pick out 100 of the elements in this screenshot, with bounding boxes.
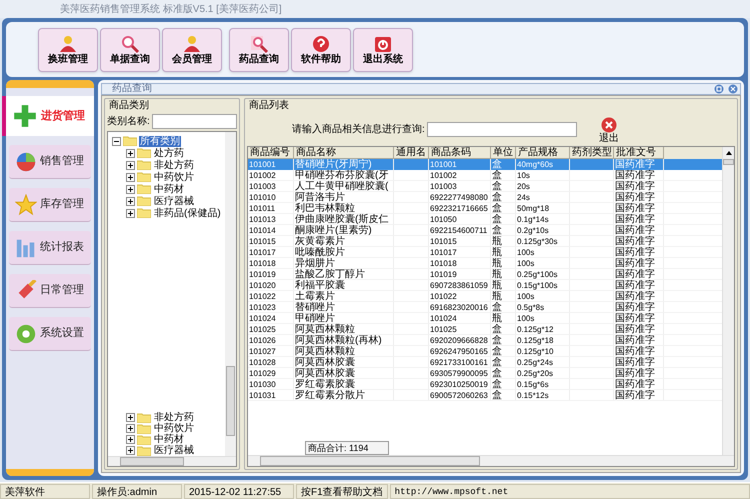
table-cell: 盒 bbox=[492, 181, 502, 191]
table-cell: 100s bbox=[517, 248, 534, 257]
expand-icon[interactable] bbox=[126, 160, 135, 170]
expand-icon[interactable] bbox=[126, 413, 135, 422]
tree-item[interactable]: 非药品(保健品) bbox=[153, 208, 222, 218]
table-cell: 0.2g*10s bbox=[517, 226, 549, 235]
vertical-scrollbar[interactable] bbox=[225, 132, 236, 456]
table-cell: 瓶 bbox=[492, 258, 502, 268]
tree-item[interactable]: 所有类别 bbox=[139, 136, 181, 146]
table-cell: 吡嗪酰胺片 bbox=[295, 247, 345, 257]
expand-icon[interactable] bbox=[126, 435, 135, 444]
table-cell: 101017 bbox=[430, 248, 457, 257]
tree-item[interactable]: 医疗器械 bbox=[153, 445, 195, 456]
expand-icon[interactable] bbox=[126, 184, 135, 194]
table-cell: 6930579900095 bbox=[430, 369, 488, 378]
tree-item[interactable]: 中药材 bbox=[153, 434, 185, 445]
table-cell: 101014 bbox=[249, 226, 276, 235]
table-cell: 100s bbox=[517, 292, 534, 301]
tree-item[interactable]: 中药饮片 bbox=[153, 172, 195, 182]
table-cell: 阿昔洛韦片 bbox=[295, 192, 345, 202]
expand-icon[interactable] bbox=[126, 208, 135, 218]
toolbar-button[interactable]: 单据查询 bbox=[100, 28, 160, 72]
sidebar-item[interactable]: 统计报表 bbox=[9, 231, 91, 265]
table-cell: 100s bbox=[517, 259, 534, 268]
table-cell: 0.25g*24s bbox=[517, 358, 554, 367]
folder-icon bbox=[137, 160, 151, 170]
table-cell: 0.5g*8s bbox=[517, 303, 544, 312]
table-cell: 6922277498080 bbox=[430, 193, 488, 202]
person-icon bbox=[57, 34, 79, 54]
magnifier-icon bbox=[119, 34, 141, 54]
toolbar-button[interactable]: 药品查询 bbox=[229, 28, 289, 72]
table-cell: 阿莫西林颗粒 bbox=[295, 346, 355, 356]
panel-title: 药品查询 bbox=[112, 84, 153, 94]
star-icon bbox=[15, 194, 37, 216]
table-cell: 101031 bbox=[249, 391, 276, 400]
toolbar-button[interactable]: 会员管理 bbox=[162, 28, 222, 72]
vertical-scrollbar[interactable] bbox=[722, 147, 734, 455]
folder-icon bbox=[137, 172, 151, 182]
table-cell: 0.25g*100s bbox=[517, 270, 558, 279]
person-icon bbox=[181, 34, 203, 54]
search-field[interactable] bbox=[426, 122, 577, 136]
table-cell: 101019 bbox=[430, 270, 457, 279]
table-cell: 利巴韦林颗粒 bbox=[295, 203, 355, 213]
restore-icon[interactable] bbox=[714, 84, 724, 94]
total-count: 商品合计: 1194 bbox=[305, 441, 389, 455]
group-title: 商品类别 bbox=[108, 100, 150, 112]
table-cell: 盒 bbox=[492, 368, 502, 378]
tree-item[interactable]: 中药材 bbox=[153, 184, 185, 194]
sidebar-item[interactable]: 日常管理 bbox=[9, 274, 91, 308]
table-cell: 0.15g*100s bbox=[517, 281, 558, 290]
table-cell: 101010 bbox=[249, 193, 276, 202]
table-cell: 盒 bbox=[492, 192, 502, 202]
table-cell: 替硝唑片 bbox=[295, 302, 335, 312]
table-cell: 盒 bbox=[492, 203, 502, 213]
expand-icon[interactable] bbox=[126, 172, 135, 182]
tree-item[interactable]: 医疗器械 bbox=[153, 196, 195, 206]
folder-icon bbox=[137, 412, 151, 422]
tree-item[interactable]: 处方药 bbox=[153, 148, 185, 158]
category-name-field[interactable] bbox=[152, 114, 237, 129]
table-cell: 101001 bbox=[249, 160, 276, 169]
toolbar-button[interactable]: 换班管理 bbox=[38, 28, 98, 72]
toolbar-button[interactable]: 退出系统 bbox=[353, 28, 413, 72]
table-cell: 0.125g*10 bbox=[517, 347, 554, 356]
table-cell: 盒 bbox=[492, 324, 502, 334]
toolbar-button[interactable]: 软件帮助 bbox=[291, 28, 351, 72]
sidebar-item[interactable]: 库存管理 bbox=[9, 188, 91, 222]
table-cell: 101028 bbox=[249, 358, 276, 367]
folder-icon bbox=[123, 136, 137, 146]
expand-icon[interactable] bbox=[126, 196, 135, 206]
expand-icon[interactable] bbox=[126, 424, 135, 433]
close-icon[interactable] bbox=[728, 84, 738, 94]
table-cell: 瓶 bbox=[492, 291, 502, 301]
expand-icon[interactable] bbox=[126, 148, 135, 158]
expand-icon[interactable] bbox=[126, 446, 135, 455]
table-cell: 盒 bbox=[492, 346, 502, 356]
table-cell: 101022 bbox=[430, 292, 457, 301]
horizontal-scrollbar[interactable] bbox=[108, 456, 236, 466]
table-cell: 101030 bbox=[249, 380, 276, 389]
table-cell: 101029 bbox=[249, 369, 276, 378]
tree-item[interactable]: 中药饮片 bbox=[153, 423, 195, 434]
folder-icon bbox=[137, 208, 151, 218]
table-cell: 40mg*60s bbox=[517, 160, 554, 169]
table-cell: 101050 bbox=[430, 215, 457, 224]
table-cell: 0.15g*6s bbox=[517, 380, 549, 389]
sidebar-item[interactable]: 销售管理 bbox=[9, 145, 91, 179]
help-icon bbox=[310, 34, 332, 54]
scroll-thumb[interactable] bbox=[723, 159, 734, 165]
horizontal-scrollbar[interactable] bbox=[248, 455, 734, 466]
collapse-icon[interactable] bbox=[112, 136, 121, 146]
table-cell: 盒 bbox=[492, 170, 502, 180]
sidebar-item[interactable]: 系统设置 bbox=[9, 317, 91, 351]
exit-button[interactable]: 退出 bbox=[598, 114, 619, 144]
window-title: 美萍医药销售管理系统 标准版V5.1 [美萍医药公司] bbox=[60, 2, 282, 16]
table-cell: 瓶 bbox=[492, 247, 502, 257]
table-cell: 101027 bbox=[249, 347, 276, 356]
table-cell: 瓶 bbox=[492, 236, 502, 246]
table-cell: 101011 bbox=[249, 204, 276, 213]
table-cell: 罗红霉素分散片 bbox=[295, 390, 365, 400]
sidebar-item[interactable]: 进货管理 bbox=[2, 96, 94, 136]
tree-item[interactable]: 非处方药 bbox=[153, 160, 195, 170]
